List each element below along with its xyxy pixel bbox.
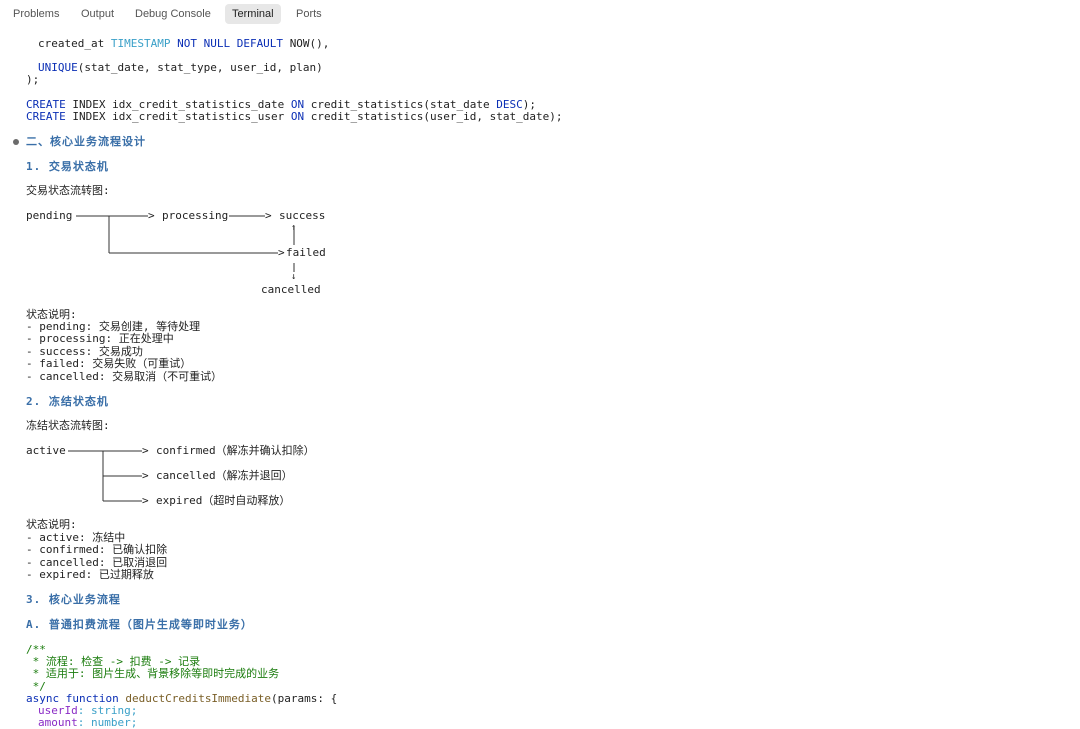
panel-tab-bar: Problems Output Debug Console Terminal P…: [0, 0, 1080, 27]
tab-output[interactable]: Output: [74, 4, 121, 24]
tab-ports[interactable]: Ports: [289, 4, 329, 24]
status2-item: - confirmed: 已确认扣除: [26, 543, 168, 556]
tab-problems[interactable]: Problems: [6, 4, 66, 24]
flow2-node-expired: expired（超时自动释放）: [156, 494, 291, 507]
flow2-node-active: active: [26, 444, 66, 457]
subsection-3-heading: 3. 核心业务流程: [26, 593, 121, 606]
flow2-node-cancelled: cancelled（解冻并退回）: [156, 469, 293, 482]
status2-title: 状态说明:: [26, 518, 77, 531]
flow2-arrow-head: >: [142, 469, 149, 482]
code-param-line: amount: number;: [38, 716, 138, 729]
terminal-output[interactable]: created_at TIMESTAMP NOT NULL DEFAULT NO…: [0, 27, 1080, 729]
flow2-arrow-head: >: [142, 494, 149, 507]
tab-terminal[interactable]: Terminal: [225, 4, 281, 24]
flow2-arrow-head: >: [142, 444, 149, 457]
flow2-node-confirmed: confirmed（解冻并确认扣除）: [156, 444, 315, 457]
tab-debug-console[interactable]: Debug Console: [128, 4, 218, 24]
status2-item: - expired: 已过期释放: [26, 568, 154, 581]
subsection-a-heading: A. 普通扣费流程（图片生成等即时业务）: [26, 618, 253, 631]
code-comment-line: * 适用于: 图片生成、背景移除等即时完成的业务: [26, 667, 280, 680]
